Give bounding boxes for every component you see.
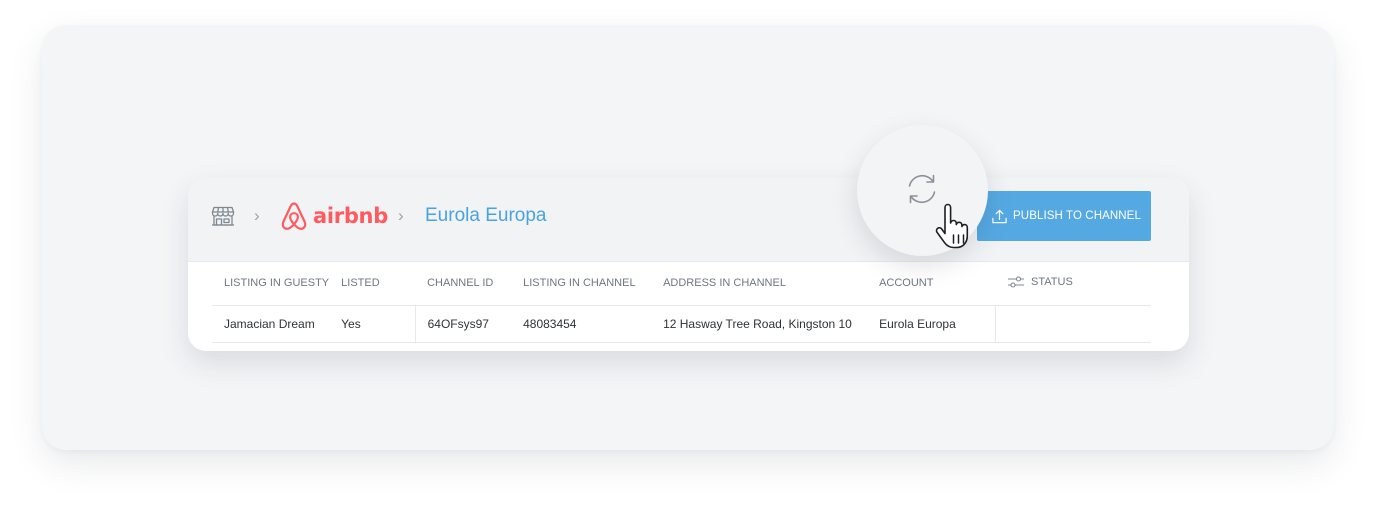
breadcrumb-current[interactable]: Eurola Europa	[425, 204, 546, 228]
channel-card: › airbnb › Eurola Europa PUBLISH TO CHAN…	[188, 178, 1189, 351]
publish-button-label: PUBLISH TO CHANNEL	[1013, 210, 1141, 222]
table-cell: 12 Hasway Tree Road, Kingston 10	[651, 305, 868, 343]
table-header-row: LISTING IN GUESTY LISTED CHANNEL ID LIST…	[212, 262, 1151, 306]
status-column-header[interactable]: STATUS	[995, 262, 1151, 306]
column-header[interactable]: LISTING IN GUESTY	[212, 262, 330, 306]
hand-pointer-icon	[935, 203, 969, 249]
table-cell: Yes	[329, 305, 416, 343]
column-header[interactable]: LISTING IN CHANNEL	[511, 262, 652, 306]
status-header-label: STATUS	[1031, 275, 1073, 288]
column-header[interactable]: CHANNEL ID	[415, 262, 512, 306]
airbnb-logo[interactable]: airbnb	[279, 199, 388, 233]
breadcrumb-chevron: ›	[254, 206, 260, 225]
table-cell: 48083454	[511, 305, 652, 343]
table-row[interactable]: Jamacian Dream Yes 64OFsys97 48083454 12…	[212, 305, 1151, 343]
breadcrumb-chevron: ›	[398, 206, 404, 225]
card-header: › airbnb › Eurola Europa PUBLISH TO CHAN…	[188, 178, 1189, 262]
sliders-icon[interactable]	[1007, 276, 1025, 288]
column-header[interactable]: ACCOUNT	[867, 262, 996, 306]
table-cell: Jamacian Dream	[212, 305, 330, 343]
refresh-icon	[908, 174, 936, 204]
airbnb-wordmark: airbnb	[313, 204, 388, 228]
table-cell	[994, 305, 1151, 343]
column-header[interactable]: ADDRESS IN CHANNEL	[651, 262, 868, 306]
airbnb-belo-icon	[281, 202, 307, 230]
upload-icon	[992, 209, 1007, 223]
publish-to-channel-button[interactable]: PUBLISH TO CHANNEL	[977, 191, 1151, 241]
listings-table: LISTING IN GUESTY LISTED CHANNEL ID LIST…	[212, 262, 1151, 343]
table-cell: 64OFsys97	[414, 305, 512, 343]
store-icon[interactable]	[211, 204, 235, 228]
column-header[interactable]: LISTED	[329, 262, 416, 306]
table-cell: Eurola Europa	[867, 305, 996, 343]
